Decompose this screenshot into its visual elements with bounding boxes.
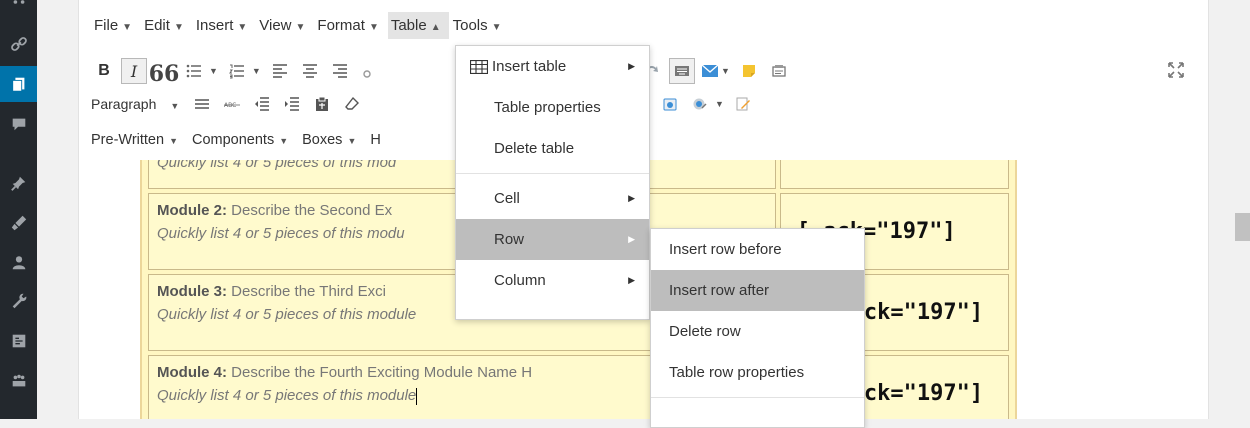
menu-file[interactable]: File ▼ bbox=[91, 12, 140, 39]
admin-sidebar bbox=[0, 0, 37, 419]
menu-delete-table[interactable]: Delete table bbox=[456, 128, 649, 169]
bold-button[interactable]: B bbox=[91, 58, 117, 84]
menu-insert-table[interactable]: Insert table ▶ bbox=[456, 46, 649, 87]
editor-menubar: File ▼ Edit ▼ Insert ▼ View ▼ Format ▼ Table ▲… bbox=[79, 0, 1208, 50]
sidebar-top-icon[interactable] bbox=[0, 0, 37, 12]
menu-insert[interactable]: Insert ▼ bbox=[193, 12, 255, 39]
align-right-icon[interactable] bbox=[327, 58, 353, 84]
media-icon[interactable] bbox=[657, 91, 683, 117]
menu-column[interactable]: Column ▶ bbox=[456, 260, 649, 301]
keyboard-toolbar-toggle-icon[interactable] bbox=[669, 58, 695, 84]
gallery-caret-icon[interactable]: ▼ bbox=[715, 99, 724, 109]
mail-caret-icon[interactable]: ▼ bbox=[721, 66, 730, 76]
table-grid-icon bbox=[470, 60, 488, 74]
menu-separator bbox=[456, 173, 649, 174]
shortcode-cell[interactable] bbox=[779, 160, 1009, 189]
submenu-arrow-icon: ▶ bbox=[628, 193, 635, 203]
sidebar-pages-icon[interactable] bbox=[0, 66, 37, 102]
menu-format[interactable]: Format ▼ bbox=[314, 12, 386, 39]
menu-insert-row-before[interactable]: Insert row before bbox=[651, 229, 864, 270]
toolbar-row-1-right: ▼ bbox=[639, 56, 796, 86]
gallery-icon[interactable] bbox=[687, 91, 713, 117]
text-cursor bbox=[416, 387, 418, 405]
headings-dropdown[interactable]: H bbox=[370, 132, 380, 148]
submenu-arrow-icon: ▶ bbox=[628, 61, 635, 71]
align-center-icon[interactable] bbox=[297, 58, 323, 84]
link-icon[interactable] bbox=[357, 58, 383, 84]
numbered-list-icon[interactable] bbox=[224, 58, 250, 84]
menu-delete-row[interactable]: Delete row bbox=[651, 311, 864, 352]
menu-table[interactable]: Table ▲ bbox=[387, 11, 449, 39]
menu-insert-row-after[interactable]: Insert row after bbox=[651, 270, 864, 311]
menu-table-properties[interactable]: Table properties bbox=[456, 87, 649, 128]
strikethrough-icon[interactable]: ABC bbox=[219, 91, 245, 117]
template-icon[interactable] bbox=[766, 58, 792, 84]
sidebar-groups-icon[interactable] bbox=[0, 363, 37, 399]
menu-row[interactable]: Row ▶ bbox=[456, 219, 649, 260]
format-select[interactable]: Paragraph ▼ bbox=[91, 96, 179, 112]
sidebar-users-icon[interactable] bbox=[0, 245, 37, 281]
table-row[interactable]: Module 4: Describe the Fourth Exciting M… bbox=[146, 353, 1011, 419]
table-menu: Insert table ▶ Table properties Delete t… bbox=[455, 45, 650, 320]
toolbar-row-2-right: ▼ bbox=[639, 89, 760, 119]
menu-tools[interactable]: Tools ▼ bbox=[450, 12, 510, 39]
sidebar-pin-icon[interactable] bbox=[0, 165, 37, 201]
page-scrollbar-thumb[interactable] bbox=[1235, 213, 1250, 241]
fullscreen-icon[interactable] bbox=[1166, 60, 1186, 80]
indent-icon[interactable] bbox=[279, 91, 305, 117]
submenu-arrow-icon: ▶ bbox=[628, 275, 635, 285]
svg-text:ABC: ABC bbox=[224, 102, 236, 109]
edit-note-icon[interactable] bbox=[730, 91, 756, 117]
boxes-dropdown[interactable]: Boxes ▼ bbox=[302, 132, 356, 148]
sticky-note-icon[interactable] bbox=[736, 58, 762, 84]
blockquote-button[interactable]: 66 bbox=[149, 58, 180, 87]
sidebar-comments-icon[interactable] bbox=[0, 106, 37, 142]
components-dropdown[interactable]: Components ▼ bbox=[192, 132, 288, 148]
bullet-list-caret-icon[interactable]: ▼ bbox=[209, 66, 218, 76]
menu-view[interactable]: View ▼ bbox=[256, 12, 313, 39]
align-left-icon[interactable] bbox=[267, 58, 293, 84]
italic-button[interactable]: I bbox=[121, 58, 147, 84]
paste-text-icon[interactable] bbox=[309, 91, 335, 117]
sidebar-settings-icon[interactable] bbox=[0, 323, 37, 359]
horizontal-line-icon[interactable] bbox=[189, 91, 215, 117]
clear-formatting-icon[interactable] bbox=[339, 91, 365, 117]
numbered-list-caret-icon[interactable]: ▼ bbox=[252, 66, 261, 76]
sidebar-links-icon[interactable] bbox=[0, 26, 37, 62]
menu-edit[interactable]: Edit ▼ bbox=[141, 12, 192, 39]
mail-icon[interactable] bbox=[699, 58, 721, 84]
row-submenu: Insert row before Insert row after Delet… bbox=[650, 228, 865, 428]
pre-written-dropdown[interactable]: Pre-Written ▼ bbox=[91, 132, 178, 148]
menu-cell[interactable]: Cell ▶ bbox=[456, 178, 649, 219]
submenu-arrow-icon: ▶ bbox=[628, 234, 635, 244]
menu-table-row-properties[interactable]: Table row properties bbox=[651, 352, 864, 393]
bullet-list-icon[interactable] bbox=[181, 58, 207, 84]
menu-separator bbox=[651, 397, 864, 398]
outdent-icon[interactable] bbox=[249, 91, 275, 117]
sidebar-tools-icon[interactable] bbox=[0, 283, 37, 319]
sidebar-appearance-icon[interactable] bbox=[0, 205, 37, 241]
